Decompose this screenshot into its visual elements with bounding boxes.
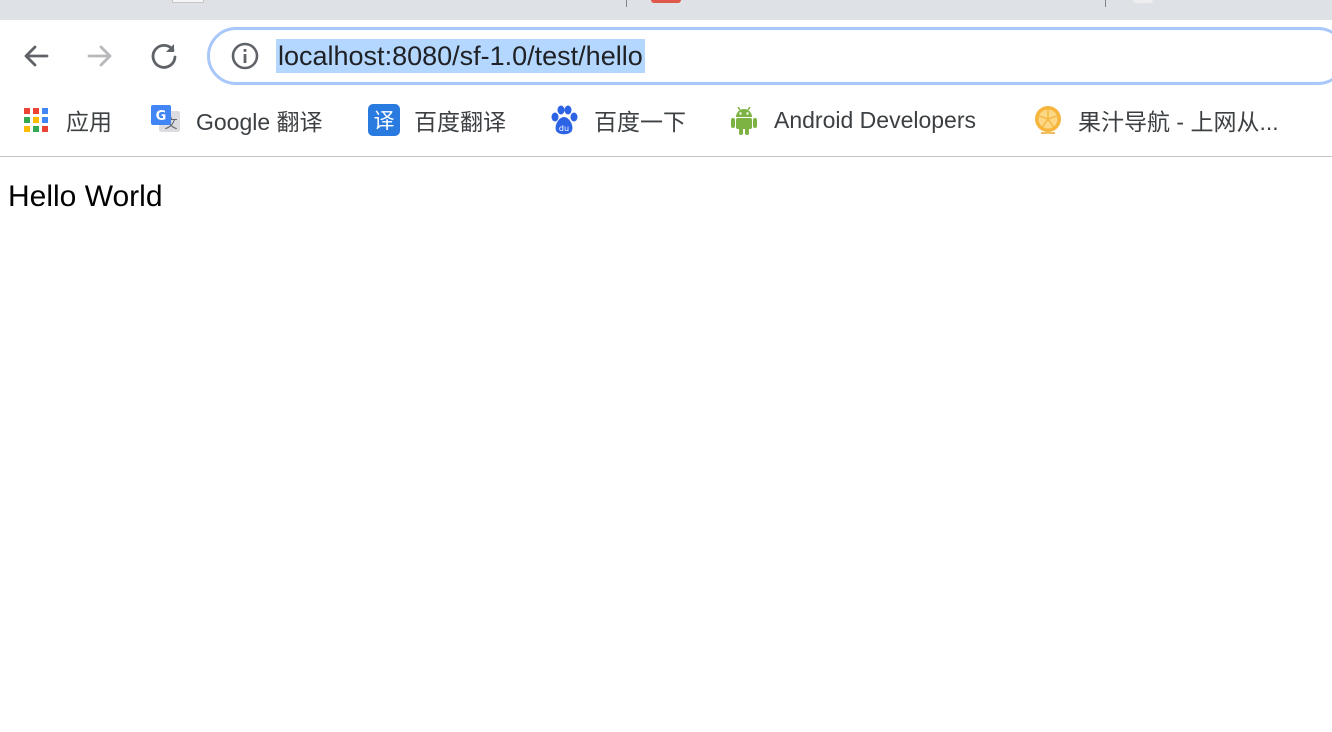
bookmark-guozhi-nav[interactable]: 果汁导航 - 上网从... <box>1032 104 1279 136</box>
bookmark-baidu[interactable]: du 百度一下 <box>548 104 686 136</box>
browser-toolbar: localhost:8080/sf-1.0/test/hello <box>0 20 1332 92</box>
address-bar[interactable]: localhost:8080/sf-1.0/test/hello <box>207 27 1332 85</box>
baidu-paw-icon: du <box>548 104 580 136</box>
tab-strip <box>0 0 1332 20</box>
tab-separator <box>626 0 627 7</box>
hello-world-text: Hello World <box>8 180 163 213</box>
bookmark-label: 百度一下 <box>594 109 686 135</box>
bookmark-label: 果汁导航 - 上网从... <box>1078 109 1279 135</box>
bookmark-baidu-translate[interactable]: 译 百度翻译 <box>368 104 506 136</box>
bookmark-apps[interactable]: 应用 <box>20 104 112 136</box>
tab-separator <box>1105 0 1106 7</box>
forward-button[interactable] <box>80 36 120 76</box>
baidu-translate-icon: 译 <box>368 104 400 136</box>
svg-text:G: G <box>156 109 167 124</box>
bookmark-label: 应用 <box>66 109 112 135</box>
page-content: Hello World <box>0 158 1332 732</box>
bookmark-google-translate[interactable]: 文 G Google 翻译 <box>150 104 323 136</box>
svg-text:du: du <box>559 124 569 133</box>
google-translate-icon: 文 G <box>150 104 182 136</box>
reload-icon <box>151 43 177 69</box>
info-icon <box>231 42 259 70</box>
bookmark-label: Google 翻译 <box>196 109 323 135</box>
bookmark-label: Android Developers <box>774 106 977 133</box>
arrow-right-icon <box>87 45 112 67</box>
bookmark-label: 百度翻译 <box>414 109 506 135</box>
back-button[interactable] <box>16 36 56 76</box>
arrow-left-icon <box>24 45 49 67</box>
reload-button[interactable] <box>144 36 184 76</box>
android-icon <box>728 104 760 136</box>
bookmarks-bar: 应用 文 G Google 翻译 译 百度翻译 du 百度一下 Android … <box>0 92 1332 157</box>
tab-favicon[interactable] <box>1133 0 1153 3</box>
tab-favicon[interactable] <box>651 0 681 3</box>
bookmark-android-developers[interactable]: Android Developers <box>728 104 976 136</box>
apps-grid-icon <box>20 104 52 136</box>
tab-favicon[interactable] <box>172 0 204 3</box>
svg-text:译: 译 <box>374 109 395 133</box>
orange-icon <box>1032 104 1064 136</box>
site-info-button[interactable] <box>230 41 260 71</box>
url-text[interactable]: localhost:8080/sf-1.0/test/hello <box>276 39 645 73</box>
